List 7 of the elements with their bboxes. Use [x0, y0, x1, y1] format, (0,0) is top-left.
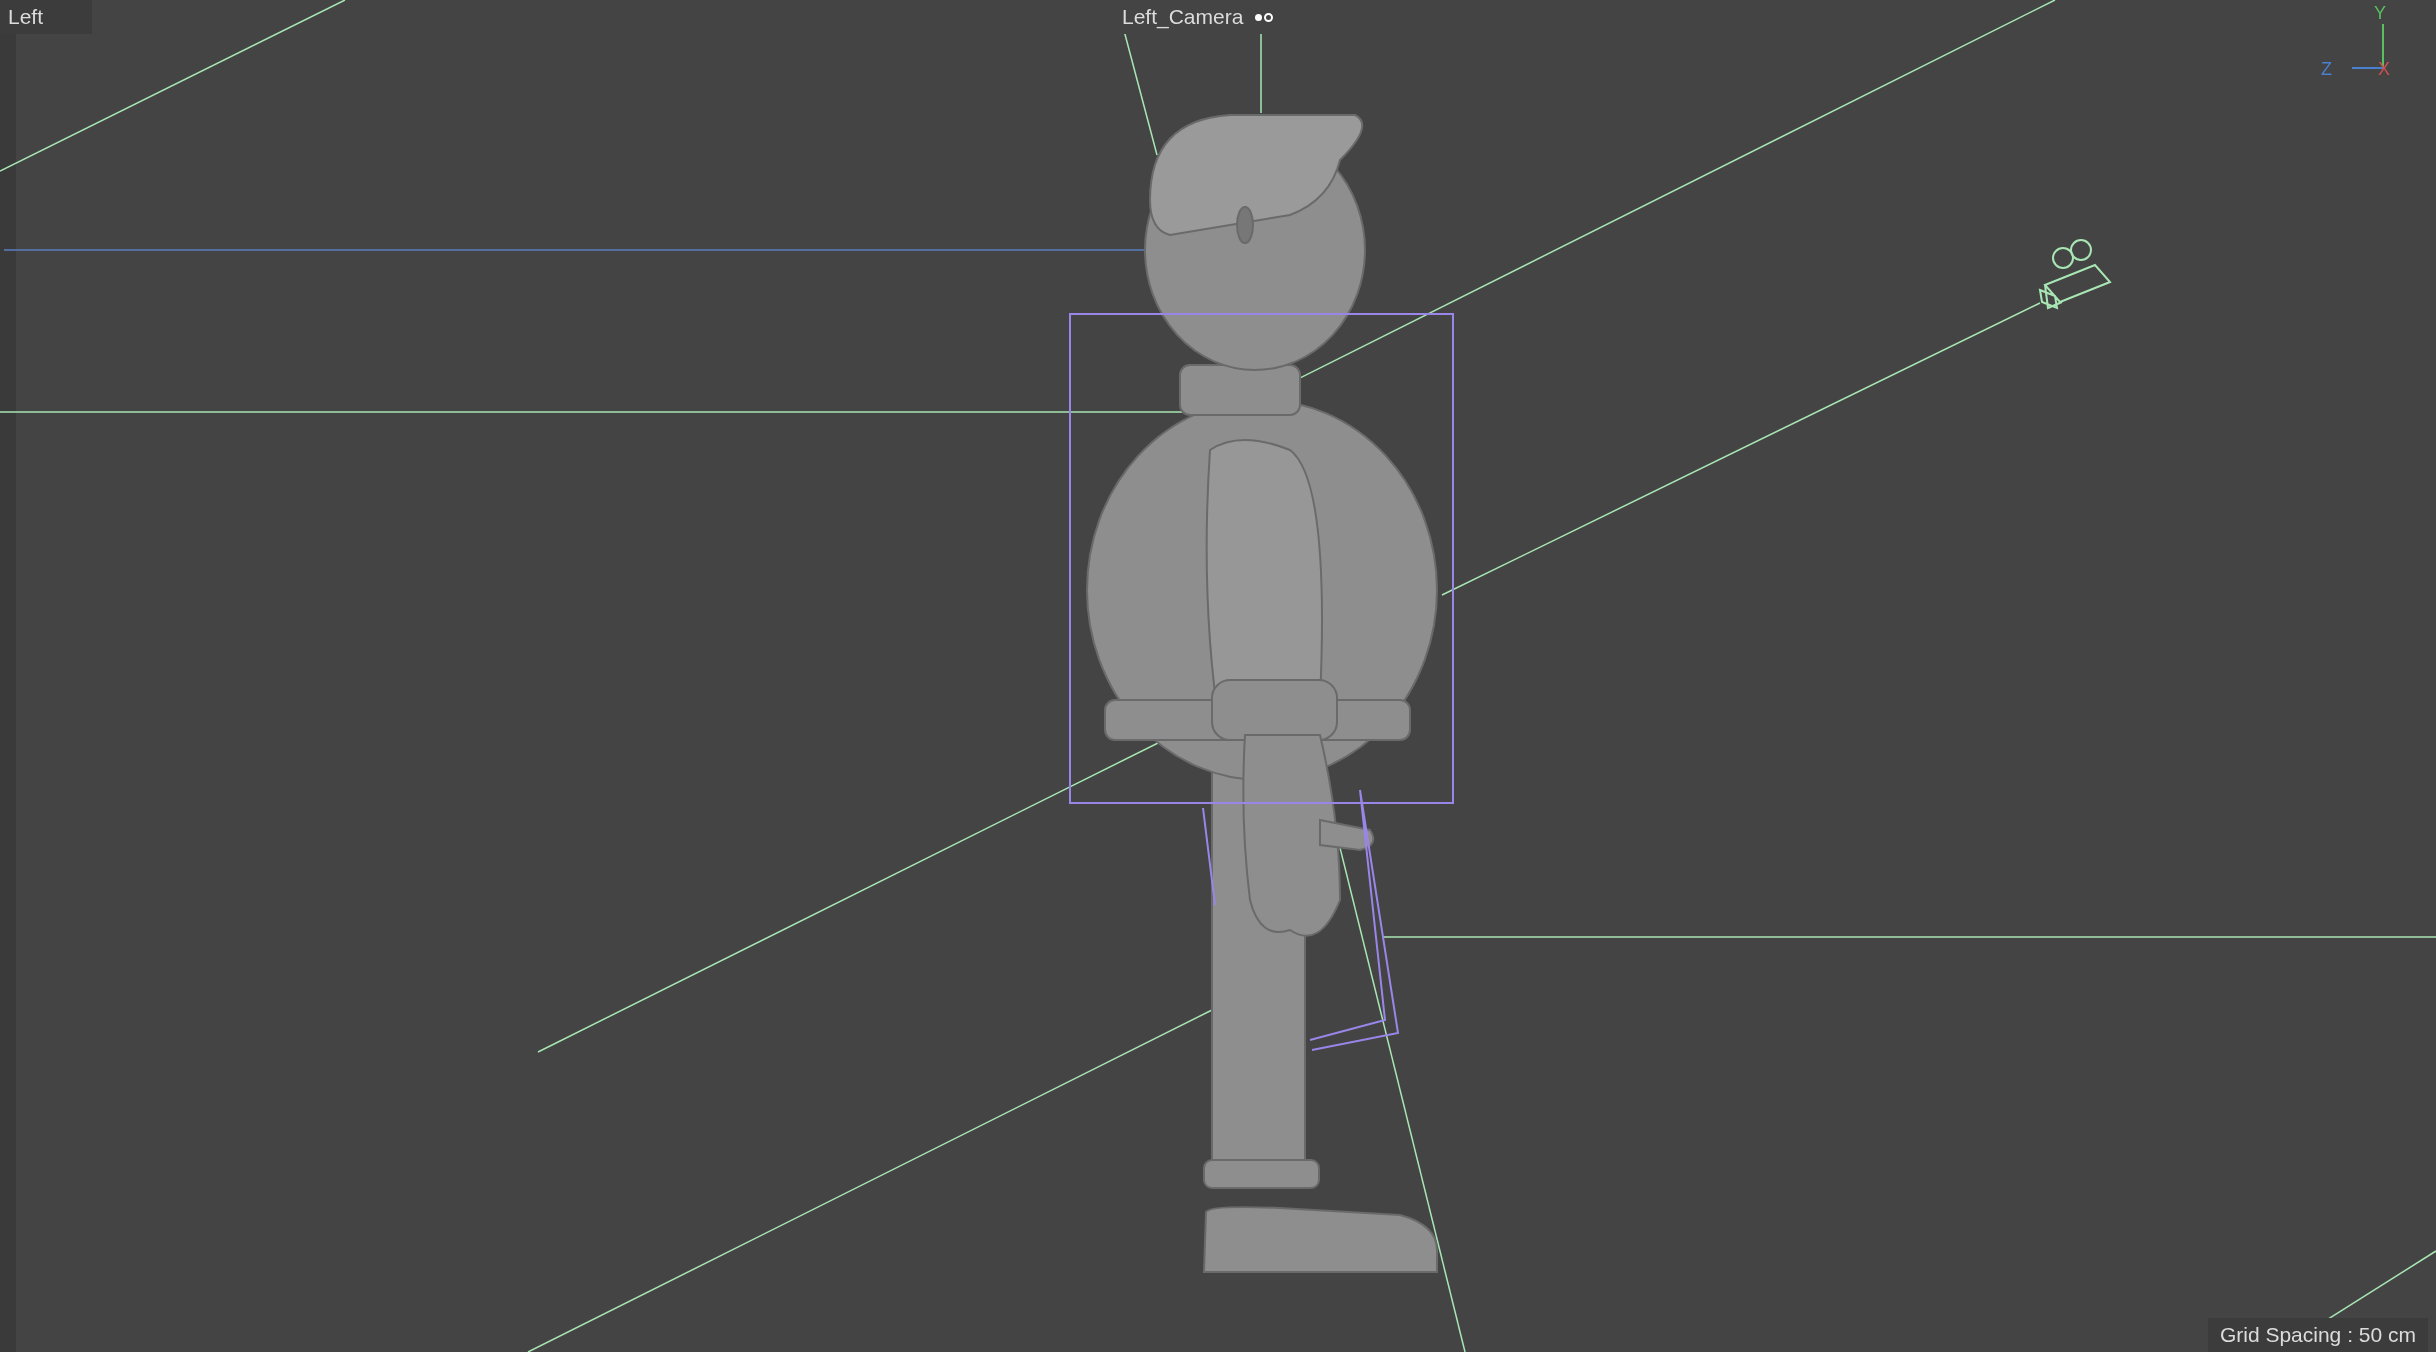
axis-label: X	[2378, 58, 2390, 81]
axis-label: Y	[2374, 2, 2386, 25]
grid-spacing-label: Grid Spacing : 50 cm	[2207, 1318, 2428, 1352]
camera-object-icon	[2039, 239, 2112, 310]
camera-name-label[interactable]: Left_Camera	[1122, 1, 1244, 33]
viewport[interactable]: Left Left_Camera Y Z X Grid Spacing : 50 cm	[0, 0, 2436, 1352]
axis-label: Z	[2321, 58, 2332, 81]
